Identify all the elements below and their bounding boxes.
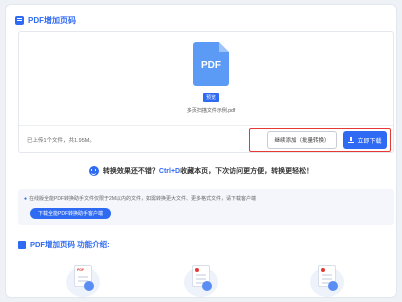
upload-badge-icon (84, 281, 94, 291)
text-badge-icon (328, 281, 338, 291)
tip-suffix: 收藏本页，下次访问更方便，转换更轻松！ (180, 168, 314, 175)
intro-icon (18, 240, 26, 249)
uploaded-file[interactable]: PDF 预览 多页扫描文件示例.pdf (181, 42, 241, 114)
feature-illustration-2 (176, 259, 226, 299)
notice-message: 在线版全能PDF转换助手文件仅限于2M以内的文件，如需转换更大文件、更多格式文件… (29, 196, 256, 202)
doc-line (78, 276, 88, 278)
edit-badge-icon (202, 281, 212, 291)
main-card: PDF增加页码 PDF 预览 多页扫描文件示例.pdf 已上传1个文件，共1.9… (5, 4, 397, 298)
check-icon (195, 268, 199, 272)
document-icon (15, 15, 24, 25)
upload-summary: 已上传1个文件，共1.95M。 (27, 138, 95, 144)
tip-shortcut: Ctrl+D (158, 168, 181, 175)
page-title: PDF增加页码 (28, 15, 76, 25)
file-name: 多页扫描文件示例.pdf (186, 108, 236, 114)
doc-line (196, 274, 206, 276)
client-notice: ● 在线版全能PDF转换助手文件仅限于2M以内的文件，如需转换更大文件、更多格式文… (18, 189, 394, 225)
smile-icon (88, 166, 99, 176)
download-icon (348, 137, 355, 143)
doc-line (196, 278, 206, 280)
feature-intro-title: PDF增加页码 功能介绍: (30, 240, 110, 249)
check-icon (321, 268, 325, 272)
doc-line (322, 274, 332, 276)
section-header: PDF增加页码 (15, 13, 76, 27)
feature-illustration-3 (302, 259, 352, 299)
bullet-icon: ● (24, 196, 28, 202)
pdf-file-icon-label: PDF (201, 60, 221, 71)
download-button-label: 立即下载 (357, 138, 382, 145)
feature-intro-header: PDF增加页码 功能介绍: (18, 239, 110, 250)
doc-line (322, 278, 332, 280)
download-button[interactable]: 立即下载 (343, 131, 387, 149)
notice-text: ● 在线版全能PDF转换助手文件仅限于2M以内的文件，如需转换更大文件、更多格式文… (24, 195, 256, 202)
pdf-label: PDF (77, 268, 84, 272)
bookmark-tip: 转换效果还不错？Ctrl+D收藏本页，下次访问更方便，转换更轻松！ (6, 163, 396, 179)
upload-action-bar: 已上传1个文件，共1.95M。 继续添加（批量转换） 立即下载 (19, 125, 393, 153)
tip-prefix: 转换效果还不错？ (102, 168, 159, 175)
preview-badge[interactable]: 预览 (202, 93, 219, 102)
feature-illustration-1: PDF (58, 259, 108, 299)
upload-panel: PDF 预览 多页扫描文件示例.pdf 已上传1个文件，共1.95M。 继续添加… (18, 31, 394, 153)
pdf-file-icon: PDF (193, 42, 229, 86)
download-client-button[interactable]: 下载全能PDF转换助手客户端 (30, 208, 112, 219)
continue-add-button[interactable]: 继续添加（批量转换） (267, 131, 337, 149)
tip-text: 转换效果还不错？Ctrl+D收藏本页，下次访问更方便，转换更轻松！ (103, 166, 313, 176)
